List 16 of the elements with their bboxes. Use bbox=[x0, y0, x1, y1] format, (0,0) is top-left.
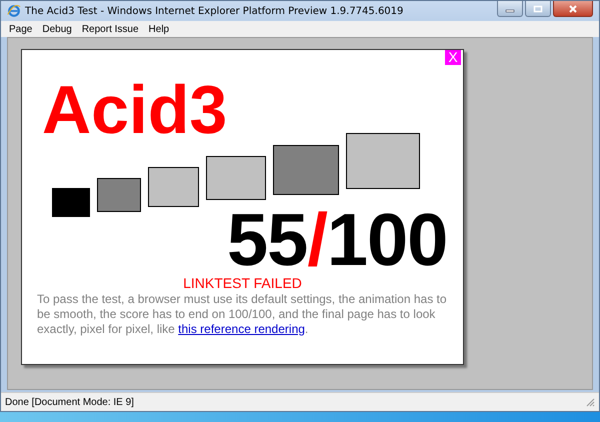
close-icon bbox=[568, 4, 578, 12]
instructions-text: To pass the test, a browser must use its default settings, the animation has to be smooth, the score has to end on 100/100, and the final page has to look exactly, pixel for pixel, like this reference rendering. bbox=[37, 292, 448, 337]
close-button[interactable] bbox=[553, 1, 593, 17]
maximize-icon bbox=[533, 4, 543, 12]
minimize-button[interactable] bbox=[497, 1, 523, 17]
menu-item[interactable]: Report Issue bbox=[78, 24, 145, 34]
browser-logo-icon bbox=[7, 4, 21, 18]
reference-link[interactable]: this reference rendering bbox=[178, 322, 305, 336]
menu-item[interactable]: Help bbox=[144, 24, 176, 34]
maximize-button[interactable] bbox=[525, 1, 551, 17]
resize-grip-icon bbox=[585, 397, 595, 407]
test-heading: Acid3 bbox=[42, 71, 228, 150]
menu-item[interactable]: Page bbox=[5, 24, 38, 34]
status-text: Done [Document Mode: IE 9] bbox=[5, 396, 134, 408]
menu-item[interactable]: Debug bbox=[38, 24, 78, 34]
window-title: The Acid3 Test - Windows Internet Explorer Platform Preview 1.9.7745.6019 bbox=[25, 6, 404, 16]
